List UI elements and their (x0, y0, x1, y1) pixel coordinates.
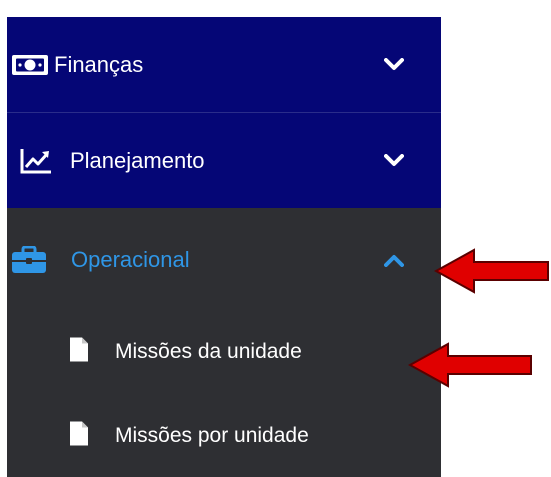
annotation-arrow-icon (408, 342, 532, 388)
menu-item-label: Finanças (54, 51, 144, 77)
submenu-item-label: Missões da unidade (115, 340, 302, 363)
submenu-item-missoes-por-unidade[interactable]: Missões por unidade (7, 396, 441, 476)
menu-item-financas[interactable]: Finanças (7, 17, 441, 113)
file-icon (69, 421, 89, 452)
chart-line-icon (20, 148, 52, 174)
chevron-up-icon[interactable] (383, 249, 405, 271)
briefcase-icon (11, 246, 47, 274)
menu-item-planejamento[interactable]: Planejamento (7, 113, 441, 208)
menu-item-label: Planejamento (70, 147, 205, 173)
file-icon (69, 337, 89, 368)
menu-item-label: Operacional (71, 247, 190, 272)
submenu-item-missoes-da-unidade[interactable]: Missões da unidade (7, 312, 441, 392)
annotation-arrow-icon (434, 248, 549, 294)
submenu-item-label: Missões por unidade (115, 424, 309, 447)
chevron-down-icon[interactable] (383, 150, 405, 172)
menu-item-operacional[interactable]: Operacional (7, 208, 441, 312)
sidebar-menu: Finanças Planejamento Operacional Missõe… (0, 0, 441, 477)
chevron-down-icon[interactable] (383, 54, 405, 76)
money-bill-icon (11, 54, 49, 76)
